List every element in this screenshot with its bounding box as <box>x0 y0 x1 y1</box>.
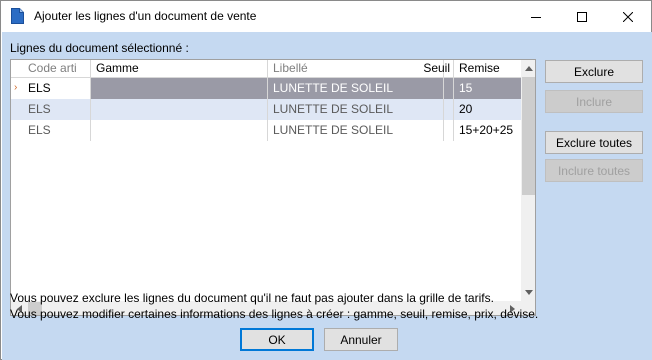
cell-gamme[interactable] <box>91 120 268 141</box>
ok-button[interactable]: OK <box>240 328 314 351</box>
include-all-button-label: Inclure toutes <box>557 163 631 178</box>
cell-remise[interactable]: 15+20+25 <box>454 120 521 141</box>
exclude-all-button[interactable]: Exclure toutes <box>545 131 643 154</box>
dialog-body: Lignes du document sélectionné : Code ar… <box>2 32 652 360</box>
section-label: Lignes du document sélectionné : <box>10 41 189 55</box>
include-all-button[interactable]: Inclure toutes <box>545 159 643 182</box>
info-text-line1: Vous pouvez exclure les lignes du docume… <box>10 291 494 305</box>
row-indicator <box>11 99 23 120</box>
scroll-down-icon[interactable] <box>521 284 535 301</box>
column-header-remise[interactable]: Remise <box>454 60 521 78</box>
column-header-gamme[interactable]: Gamme <box>91 60 268 78</box>
current-row-icon: › <box>14 82 18 93</box>
cell-code[interactable]: ELS <box>23 78 91 99</box>
cell-libelle[interactable]: LUNETTE DE SOLEIL <box>268 99 444 120</box>
maximize-button[interactable] <box>559 1 605 32</box>
cancel-button[interactable]: Annuler <box>324 328 398 351</box>
vertical-scrollbar[interactable] <box>521 60 535 301</box>
close-button[interactable] <box>605 1 651 32</box>
cell-remise[interactable]: 20 <box>454 99 521 120</box>
cell-code[interactable]: ELS <box>23 99 91 120</box>
include-button-label: Inclure <box>575 94 613 109</box>
scroll-up-icon[interactable] <box>521 60 535 77</box>
cell-gamme[interactable] <box>91 99 268 120</box>
cell-libelle[interactable]: LUNETTE DE SOLEIL <box>268 120 444 141</box>
cell-code[interactable]: ELS <box>23 120 91 141</box>
exclude-all-button-label: Exclure toutes <box>555 135 633 150</box>
cell-seuil[interactable] <box>444 120 454 141</box>
minimize-button[interactable] <box>513 1 559 32</box>
vertical-scroll-thumb[interactable] <box>522 77 535 195</box>
dialog-window: Ajouter les lignes d'un document de vent… <box>0 0 652 360</box>
column-header-seuil[interactable]: Seuil <box>416 60 454 78</box>
table-row[interactable]: › ELS LUNETTE DE SOLEIL 15 <box>11 78 521 99</box>
row-indicator <box>11 120 23 141</box>
document-icon <box>11 8 24 24</box>
maximize-icon <box>577 11 587 22</box>
cell-seuil[interactable] <box>444 99 454 120</box>
table-row[interactable]: ELS LUNETTE DE SOLEIL 15+20+25 <box>11 120 521 141</box>
info-text-line2: Vous pouvez modifier certaines informati… <box>10 307 539 321</box>
cell-libelle[interactable]: LUNETTE DE SOLEIL <box>268 78 444 99</box>
exclude-button[interactable]: Exclure <box>545 60 643 83</box>
document-lines-grid[interactable]: Code arti Gamme Libellé Seuil Remise › E… <box>10 59 536 316</box>
grid-header: Code arti Gamme Libellé Seuil Remise <box>11 60 521 78</box>
include-button[interactable]: Inclure <box>545 90 643 113</box>
cell-remise[interactable]: 15 <box>454 78 521 99</box>
close-icon <box>623 11 633 22</box>
cell-seuil[interactable] <box>444 78 454 99</box>
ok-button-label: OK <box>268 332 286 347</box>
cancel-button-label: Annuler <box>340 332 382 347</box>
cell-gamme[interactable] <box>91 78 268 99</box>
exclude-button-label: Exclure <box>573 64 614 79</box>
minimize-icon <box>531 16 541 18</box>
table-row[interactable]: ELS LUNETTE DE SOLEIL 20 <box>11 99 521 120</box>
column-header-code[interactable]: Code arti <box>23 60 91 78</box>
window-title: Ajouter les lignes d'un document de vent… <box>34 9 257 23</box>
title-bar[interactable]: Ajouter les lignes d'un document de vent… <box>1 1 651 32</box>
row-indicator: › <box>11 78 23 99</box>
